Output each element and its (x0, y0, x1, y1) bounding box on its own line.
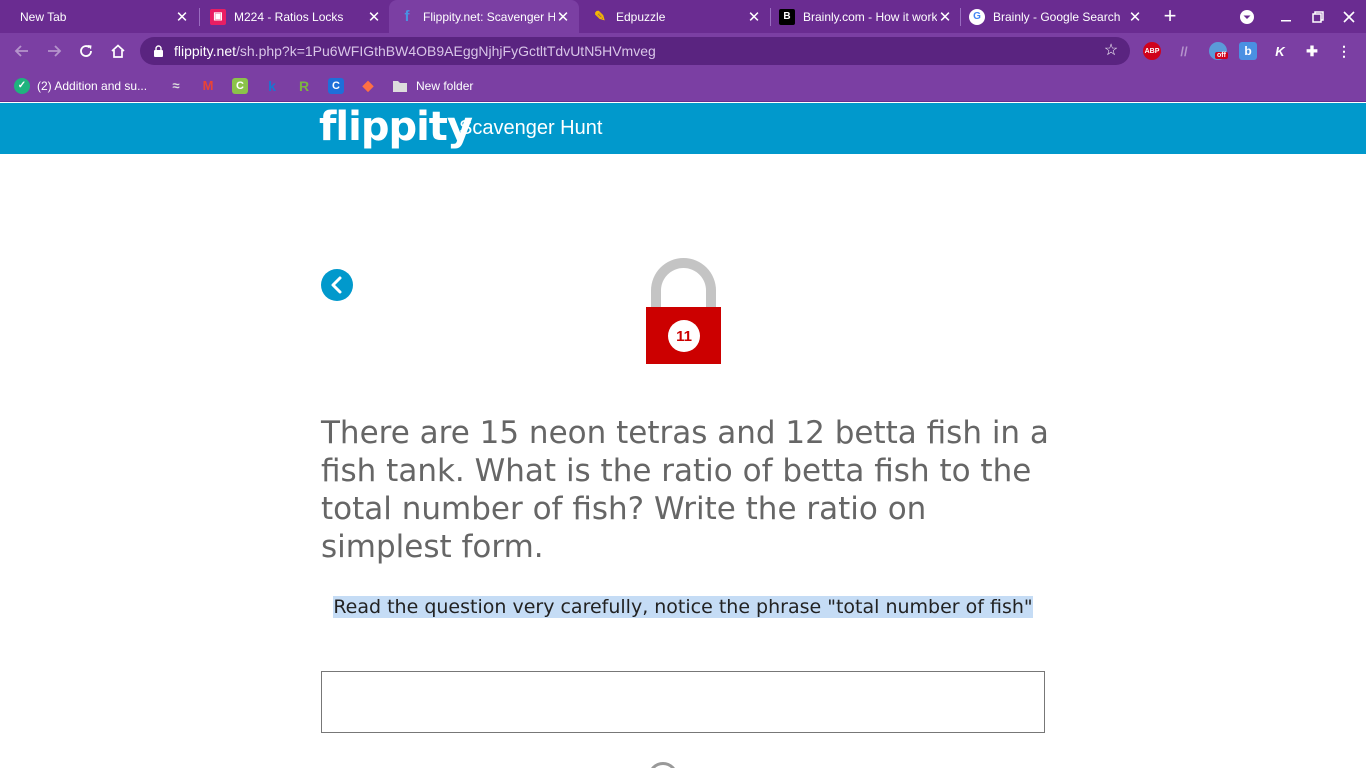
c-blue-icon: C (328, 77, 344, 94)
url-text[interactable]: flippity.net/sh.php?k=1Pu6WFIGthBW4OB9AE… (174, 43, 656, 59)
edpuzzle-favicon-icon: ✎ (594, 8, 606, 24)
bookmark-label: (2) Addition and su... (37, 78, 148, 93)
extension-badge: off (1215, 52, 1228, 59)
bookmark-k-blue[interactable]: k (264, 77, 280, 94)
close-icon[interactable]: ✕ (555, 9, 571, 26)
arrow-right-icon (48, 45, 62, 57)
page-title: Scavenger Hunt (459, 117, 603, 139)
hint-text: Read the question very carefully, notice… (333, 596, 1033, 618)
bookmarks-bar: ✓ (2) Addition and su... ≈ M C k R C ◆ N… (0, 69, 1366, 102)
site-header: flippity Scavenger Hunt (0, 103, 1366, 154)
url-host: flippity.net (174, 43, 236, 59)
bookmark-gmail[interactable]: M (200, 77, 216, 94)
c-green-icon: C (232, 77, 248, 94)
back-arrow-button[interactable] (321, 269, 353, 301)
arrow-left-icon (14, 45, 28, 57)
tab-label: Edpuzzle (616, 9, 666, 24)
swoosh-icon: ≈ (172, 78, 180, 93)
tab-search-button[interactable] (1236, 6, 1258, 28)
off-extension-icon[interactable]: off (1209, 42, 1228, 60)
close-icon[interactable]: ✕ (174, 9, 190, 26)
bookmark-icon-1[interactable]: ≈ (168, 77, 184, 94)
google-favicon-icon: G (969, 8, 985, 25)
tab-brainly-google[interactable]: G Brainly - Google Search ✕ (961, 0, 1151, 33)
bookmark-addition[interactable]: ✓ (2) Addition and su... (14, 77, 147, 94)
classroom-favicon-icon: ▣ (210, 8, 226, 25)
restore-icon (1312, 11, 1324, 23)
tab-ratios-locks[interactable]: ▣ M224 - Ratios Locks ✕ (200, 0, 390, 33)
tab-edpuzzle[interactable]: ✎ Edpuzzle ✕ (580, 0, 770, 33)
adblock-plus-icon[interactable]: ABP (1143, 42, 1161, 60)
close-icon[interactable]: ✕ (746, 9, 762, 26)
close-icon[interactable]: ✕ (937, 9, 953, 26)
tab-new-tab[interactable]: New Tab ✕ (8, 0, 198, 33)
forward-button[interactable] (42, 39, 66, 63)
bookmark-star-icon[interactable]: ☆ (1102, 42, 1120, 60)
extension-grey-icon[interactable]: // (1175, 42, 1193, 60)
question-text: There are 15 neon tetras and 12 betta fi… (321, 415, 1049, 565)
bookmark-c-green[interactable]: C (232, 77, 248, 94)
submit-icon-partial[interactable] (648, 762, 678, 768)
flippity-logo[interactable]: flippity (319, 104, 473, 150)
puzzle-piece-icon[interactable]: ✚ (1303, 42, 1321, 60)
more-menu-icon[interactable]: ⋮ (1335, 42, 1353, 60)
back-button[interactable] (10, 39, 34, 63)
reload-icon (80, 45, 92, 57)
k-blue-icon: k (268, 77, 276, 94)
browser-toolbar: flippity.net/sh.php?k=1Pu6WFIGthBW4OB9AE… (0, 33, 1366, 69)
close-icon[interactable]: ✕ (366, 9, 382, 26)
tab-strip: New Tab ✕ ▣ M224 - Ratios Locks ✕ f Flip… (0, 0, 1366, 33)
minimize-button[interactable] (1275, 6, 1297, 28)
tab-label: Brainly.com - How it works (803, 9, 937, 24)
bookmark-label: New folder (416, 78, 474, 93)
r-green-icon: R (298, 77, 310, 94)
k-extension-icon[interactable]: K (1271, 42, 1289, 60)
tab-label: M224 - Ratios Locks (234, 9, 344, 24)
tab-label: Brainly - Google Search (993, 9, 1121, 24)
minimize-icon (1281, 20, 1291, 22)
bookmark-new-folder[interactable]: New folder (392, 77, 473, 94)
chevron-down-icon (1240, 10, 1254, 24)
home-icon (111, 44, 125, 58)
b-extension-icon[interactable]: b (1239, 42, 1257, 60)
url-path: /sh.php?k=1Pu6WFIGthBW4OB9AEggNjhjFyGctl… (236, 43, 656, 59)
brainly-favicon-icon: B (779, 8, 795, 25)
bookmark-c-blue[interactable]: C (328, 77, 344, 94)
lock-icon[interactable] (152, 45, 164, 57)
colorful-logo-icon: ◆ (362, 77, 374, 93)
chevron-left-icon (331, 276, 342, 294)
restore-button[interactable] (1307, 6, 1329, 28)
close-window-button[interactable] (1338, 6, 1360, 28)
new-tab-button[interactable]: + (1159, 5, 1181, 28)
flippity-favicon-icon: f (404, 8, 410, 25)
lock-number: 11 (668, 320, 700, 352)
reload-button[interactable] (74, 39, 98, 63)
tab-flippity[interactable]: f Flippity.net: Scavenger Hunt ✕ (389, 0, 579, 33)
padlock: 11 (646, 258, 721, 364)
bookmark-colorful[interactable]: ◆ (360, 77, 376, 94)
close-icon (1343, 11, 1355, 23)
khan-academy-icon: ✓ (14, 77, 30, 94)
hint-container: Read the question very carefully, notice… (321, 594, 1045, 620)
tab-label: New Tab (20, 9, 67, 24)
tab-brainly-how-it-works[interactable]: B Brainly.com - How it works ✕ (771, 0, 961, 33)
close-icon[interactable]: ✕ (1127, 9, 1143, 26)
gmail-icon: M (202, 78, 214, 93)
home-button[interactable] (106, 39, 130, 63)
bookmark-r-green[interactable]: R (296, 77, 312, 94)
address-bar[interactable]: flippity.net/sh.php?k=1Pu6WFIGthBW4OB9AE… (140, 37, 1130, 65)
answer-input[interactable] (321, 671, 1045, 733)
tab-label: Flippity.net: Scavenger Hunt (423, 9, 555, 24)
folder-icon (393, 80, 407, 92)
